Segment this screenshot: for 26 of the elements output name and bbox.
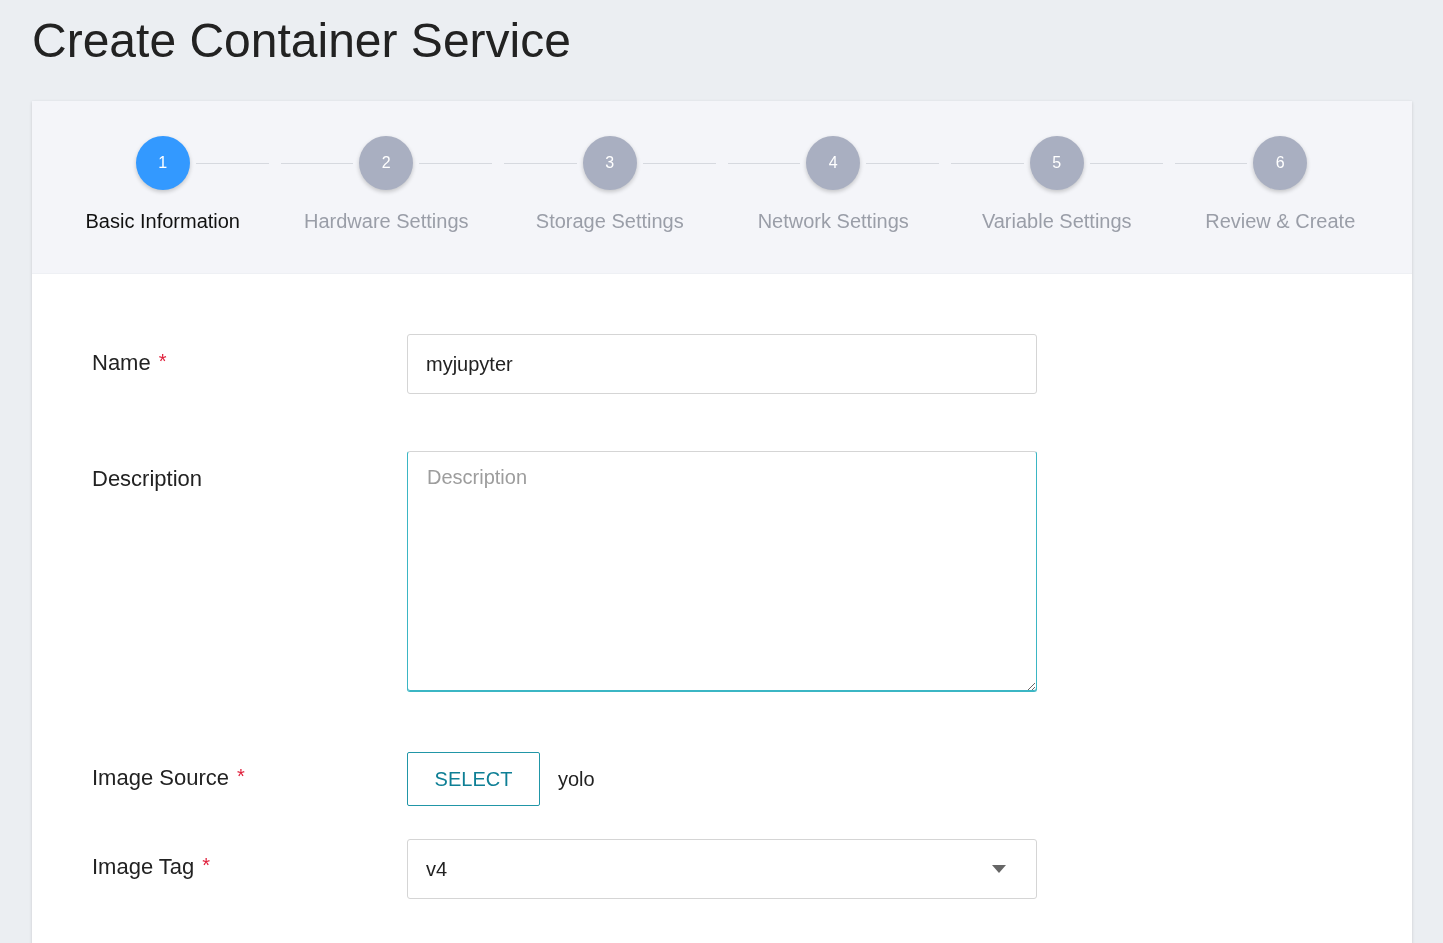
step-label[interactable]: Network Settings xyxy=(757,210,909,233)
step-number[interactable]: 5 xyxy=(1029,136,1084,190)
field-label: Image Tag xyxy=(92,854,195,880)
required-mark: * xyxy=(236,765,245,789)
description-textarea[interactable]: Description xyxy=(407,451,1037,692)
step-label[interactable]: Variable Settings xyxy=(981,210,1132,233)
step-number[interactable]: 6 xyxy=(1253,136,1308,190)
image-tag-dropdown[interactable]: v4 xyxy=(407,839,1037,899)
required-mark: * xyxy=(158,350,167,374)
step-label[interactable]: Basic Information xyxy=(85,210,240,233)
step-label[interactable]: Storage Settings xyxy=(535,210,684,233)
step-number[interactable]: 3 xyxy=(582,136,637,190)
page-title: Create Container Service xyxy=(32,13,571,69)
field-label: Image Source xyxy=(92,765,229,791)
select-button[interactable]: SELECT xyxy=(407,752,540,806)
dropdown-caret-icon xyxy=(992,865,1006,873)
name-input-field[interactable]: myjupyter xyxy=(407,334,1037,394)
field-label: Name xyxy=(92,350,151,376)
step-label[interactable]: Hardware Settings xyxy=(304,210,469,233)
field-label: Description xyxy=(92,466,203,492)
selected-image: yolo xyxy=(558,767,595,791)
step-number[interactable]: 4 xyxy=(806,136,861,190)
step-number[interactable]: 1 xyxy=(135,136,190,190)
step-label[interactable]: Review & Create xyxy=(1205,210,1356,233)
step-number[interactable]: 2 xyxy=(359,136,414,190)
required-mark: * xyxy=(202,854,211,878)
